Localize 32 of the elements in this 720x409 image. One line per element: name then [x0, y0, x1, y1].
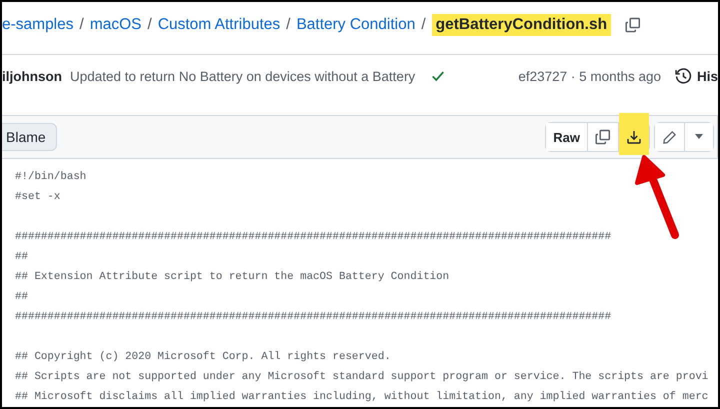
breadcrumb-link[interactable]: Battery Condition: [296, 16, 416, 34]
code-line: ############################################################################################: [15, 311, 612, 323]
code-line: ## Scripts are not supported under any Microsoft standard support program or service. The scripts are provi: [15, 371, 708, 383]
code-line: ##: [15, 291, 28, 303]
edit-button[interactable]: [655, 123, 685, 151]
code-line: #set -x: [15, 191, 60, 203]
code-line: ############################################################################################: [15, 231, 612, 243]
pencil-icon: [662, 130, 677, 144]
code-line: ##: [15, 251, 28, 263]
commit-message[interactable]: Updated to return No Battery on devices without a Battery: [70, 68, 416, 84]
breadcrumb-separator: /: [421, 16, 426, 34]
breadcrumb-separator: /: [148, 16, 152, 34]
download-icon: [626, 129, 642, 145]
breadcrumb-link[interactable]: Custom Attributes: [158, 16, 280, 34]
breadcrumb-separator: /: [80, 16, 84, 34]
commit-meta[interactable]: ef23727 · 5 months ago: [518, 68, 661, 84]
file-name: getBatteryCondition.sh: [432, 14, 612, 36]
commit-author[interactable]: iljohnson: [2, 68, 62, 84]
breadcrumb-link[interactable]: e-samples: [2, 16, 74, 34]
breadcrumb-separator: /: [286, 16, 290, 34]
blame-button[interactable]: Blame: [2, 123, 57, 151]
code-line: ## Copyright (c) 2020 Microsoft Corp. All rights reserved.: [15, 351, 391, 363]
copy-icon: [595, 129, 611, 145]
code-line: ## Microsoft disclaims all implied warranties including, without limitation, any implied warranties of merc: [15, 391, 708, 403]
code-line: ## Extension Attribute script to return the macOS Battery Condition: [15, 271, 450, 283]
history-icon: [674, 68, 692, 85]
history-link[interactable]: His: [696, 68, 718, 84]
copy-path-icon[interactable]: [625, 17, 642, 34]
raw-button[interactable]: Raw: [546, 123, 588, 151]
caret-icon: [694, 134, 704, 140]
breadcrumb-link[interactable]: macOS: [90, 16, 142, 34]
code-line: #!/bin/bash: [15, 171, 86, 183]
